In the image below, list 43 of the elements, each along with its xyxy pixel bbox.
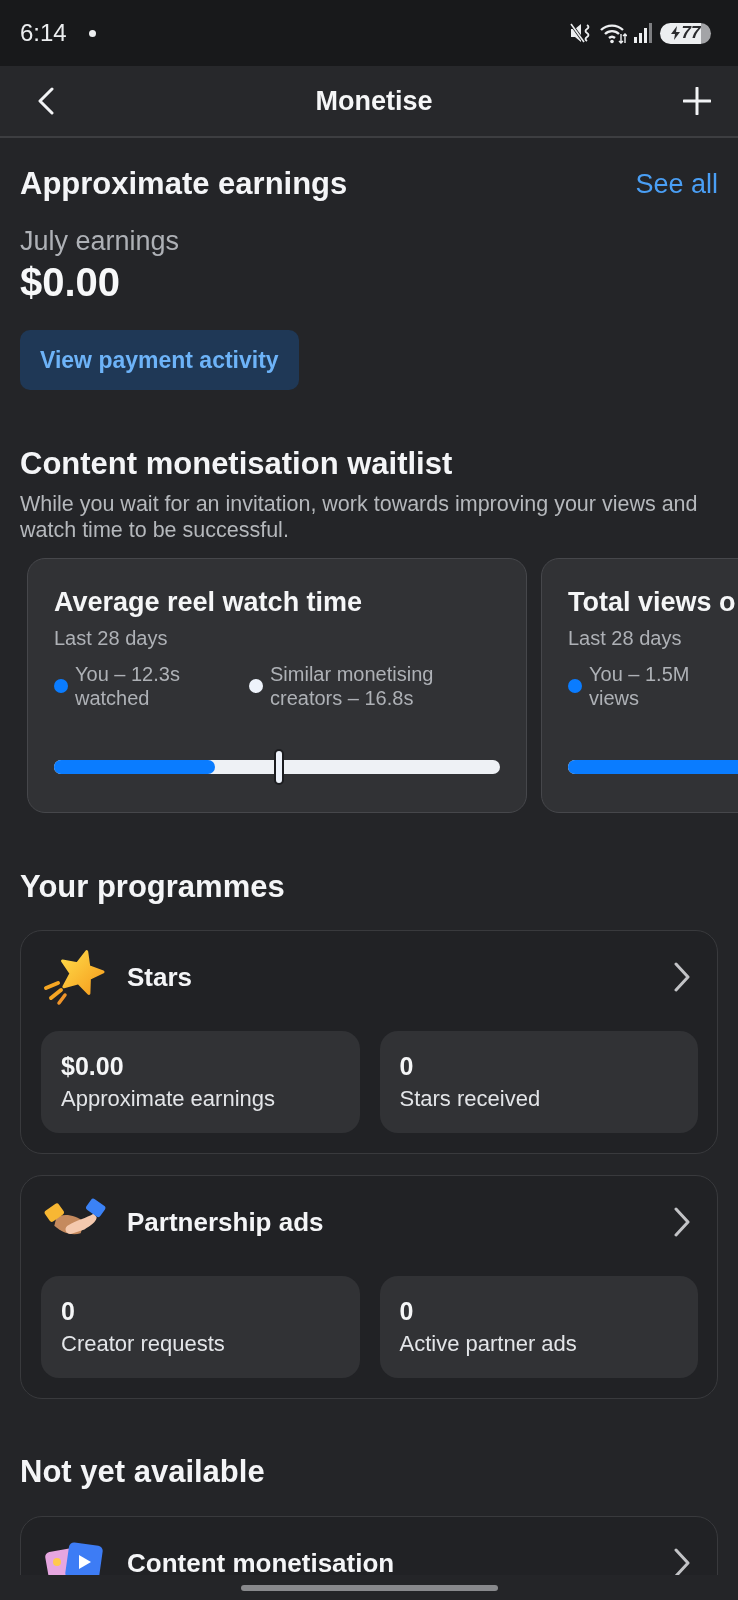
programme-card[interactable]: Partnership ads 0 Creator requests 0 Active partner ads — [20, 1175, 718, 1399]
programme-title: Stars — [127, 961, 193, 993]
chevron-right-icon[interactable] — [674, 1548, 690, 1575]
stat-value: $0.00 — [61, 1052, 125, 1080]
stat-label: Creator requests — [61, 1331, 226, 1357]
earnings-period: July earnings — [20, 225, 181, 257]
section-title: Not yet available — [20, 1454, 266, 1490]
programme-title: Partnership ads — [127, 1206, 324, 1238]
programme-card[interactable]: Content monetisation — [20, 1516, 718, 1575]
signal-icon — [634, 23, 653, 43]
status-time: 6:14 — [20, 19, 67, 47]
see-all-link[interactable]: See all — [635, 168, 718, 200]
legend-label: You – 1.5M views — [589, 662, 691, 710]
stat-value: 0 — [399, 1052, 415, 1080]
legend-label: You – 12.3s watched — [75, 662, 181, 710]
stat-value: 0 — [399, 1297, 415, 1325]
card-period: Last 28 days — [568, 626, 683, 650]
view-payment-activity-button[interactable]: View payment activity — [20, 330, 299, 390]
section-title: Your programmes — [20, 869, 286, 905]
programme-title: Content monetisation — [127, 1547, 395, 1575]
section-description: While you wait for an invitation, work towards improving your views and watch time to be successful. — [20, 491, 699, 543]
chevron-right-icon[interactable] — [674, 1207, 690, 1237]
earnings-amount: $0.00 — [20, 259, 122, 305]
stat-label: Stars received — [399, 1086, 542, 1112]
page-title: Monetise — [315, 85, 433, 117]
star-icon — [43, 948, 107, 1006]
legend-label: Similar monetising creators – 16.8s — [270, 662, 435, 710]
chevron-right-icon[interactable] — [674, 962, 690, 992]
add-icon[interactable] — [683, 87, 711, 115]
stat-value: 0 — [61, 1297, 76, 1325]
section-title: Approximate earnings — [20, 166, 348, 202]
notification-dot-icon — [88, 29, 96, 37]
back-icon[interactable] — [37, 87, 54, 115]
bolt-icon — [670, 26, 680, 40]
wifi-icon — [600, 22, 627, 44]
card-title: Average reel watch time — [54, 586, 364, 618]
section-title: Content monetisation waitlist — [20, 446, 454, 482]
programme-card[interactable]: Stars $0.00 Approximate earnings 0 Stars received — [20, 930, 718, 1154]
card-period: Last 28 days — [54, 626, 169, 650]
stat-label: Approximate earnings — [61, 1086, 276, 1112]
stat-label: Active partner ads — [399, 1331, 578, 1357]
card-title: Total views o — [568, 586, 737, 618]
battery-percentage: 77 — [681, 23, 701, 43]
